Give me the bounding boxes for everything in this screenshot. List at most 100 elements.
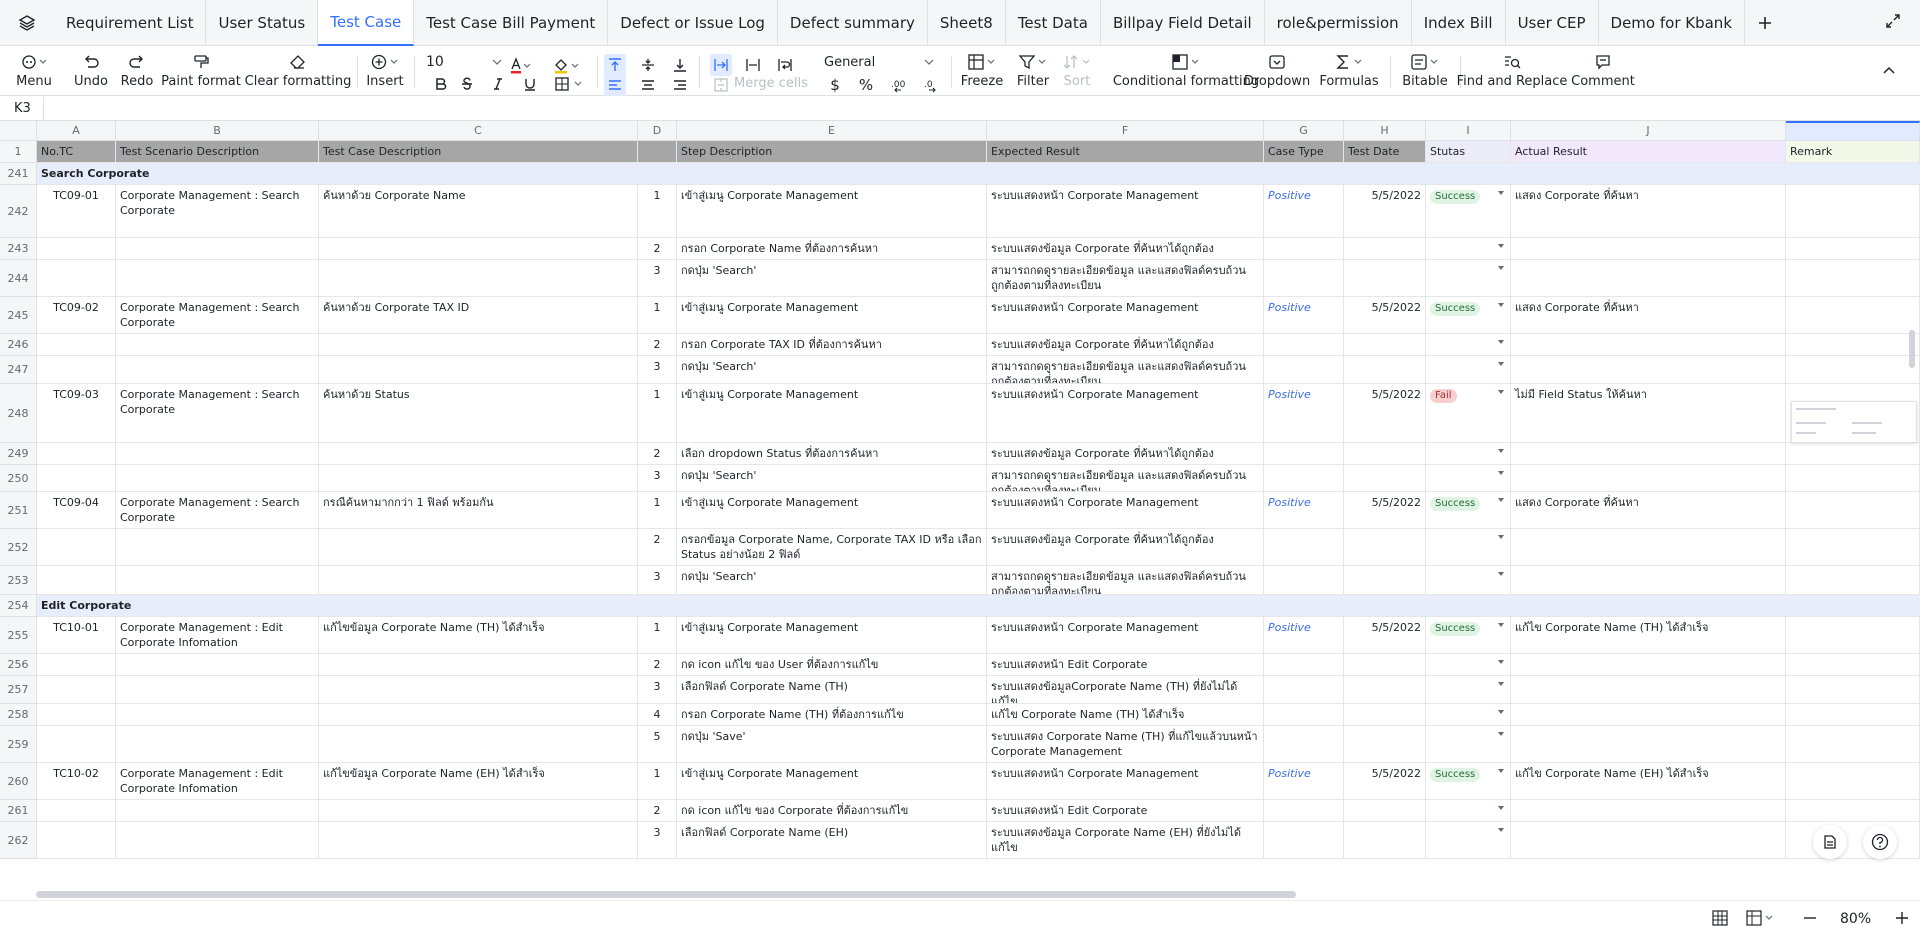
dropdown-arrow-icon[interactable]	[1498, 449, 1504, 453]
percent-format-button[interactable]: %	[855, 74, 877, 96]
header-cell[interactable]	[638, 141, 677, 163]
cell-col-k[interactable]	[1786, 676, 1920, 704]
cell-col-b[interactable]	[116, 566, 319, 595]
cell-col-d[interactable]: 1	[638, 297, 677, 334]
cell-col-f[interactable]: ระบบแสดงข้อมูล Corporate ที่ค้นหาได้ถูกต…	[987, 443, 1264, 465]
dropdown-arrow-icon[interactable]	[1498, 390, 1504, 394]
dropdown-arrow-icon[interactable]	[1498, 303, 1504, 307]
cell-col-e[interactable]: กดปุ่ม 'Save'	[677, 726, 987, 763]
cell-col-h[interactable]	[1344, 704, 1426, 726]
sheet-tab[interactable]: Test Data	[1006, 0, 1101, 46]
cell-col-e[interactable]: กด icon แก้ไข ของ User ที่ต้องการแก้ไข	[677, 654, 987, 676]
align-left-icon[interactable]	[604, 74, 626, 96]
cell-col-c[interactable]	[319, 443, 638, 465]
sheet-tab[interactable]: User Status	[206, 0, 319, 46]
row-header[interactable]: 261	[0, 800, 37, 822]
sheet-tab[interactable]: Index Bill	[1412, 0, 1506, 46]
cell-col-h[interactable]	[1344, 465, 1426, 492]
row-header[interactable]: 246	[0, 334, 37, 356]
dropdown-arrow-icon[interactable]	[1498, 572, 1504, 576]
text-clip-icon[interactable]	[742, 54, 764, 76]
cell-col-c[interactable]	[319, 704, 638, 726]
cell-col-e[interactable]: เลือกฟิลด์ Corporate Name (EH)	[677, 822, 987, 859]
cell-col-g[interactable]	[1264, 465, 1344, 492]
cell-col-e[interactable]: กดปุ่ม 'Search'	[677, 566, 987, 595]
formula-input[interactable]	[44, 97, 1920, 121]
dropdown-arrow-icon[interactable]	[1498, 471, 1504, 475]
cell-col-c[interactable]	[319, 334, 638, 356]
cell-col-d[interactable]: 2	[638, 529, 677, 566]
cell-col-b[interactable]	[116, 822, 319, 859]
cell-col-g[interactable]	[1264, 676, 1344, 704]
cell-col-j[interactable]	[1511, 334, 1786, 356]
cell-col-c[interactable]: ค้นหาด้วย Corporate TAX ID	[319, 297, 638, 334]
cell-col-g[interactable]: Positive	[1264, 763, 1344, 800]
section-heading[interactable]: Edit Corporate	[37, 595, 1920, 617]
cell-col-b[interactable]: Corporate Management : Search Corporate	[116, 384, 319, 443]
cell-col-k[interactable]	[1786, 617, 1920, 654]
sheet-tab[interactable]: User CEP	[1506, 0, 1599, 46]
cell-col-c[interactable]: ค้นหาด้วย Corporate Name	[319, 185, 638, 238]
cell-col-k[interactable]	[1786, 763, 1920, 800]
cell-col-b[interactable]	[116, 529, 319, 566]
cell-col-j[interactable]	[1511, 822, 1786, 859]
underline-icon[interactable]	[519, 73, 541, 95]
cell-col-f[interactable]: ระบบแสดงข้อมูลCorporate Name (TH) ที่ยัง…	[987, 676, 1264, 704]
clear-formatting-button[interactable]: Clear formatting	[245, 46, 351, 96]
cell-col-b[interactable]	[116, 704, 319, 726]
document-float-button[interactable]	[1813, 825, 1847, 859]
text-wrap-icon[interactable]	[774, 54, 796, 76]
redo-button[interactable]: Redo	[121, 46, 153, 96]
cell-col-c[interactable]	[319, 566, 638, 595]
cell-col-d[interactable]: 4	[638, 704, 677, 726]
cell-col-b[interactable]: Corporate Management : Search Corporate	[116, 185, 319, 238]
column-header[interactable]: F	[987, 121, 1264, 141]
cell-col-b[interactable]: Corporate Management : Edit Corporate In…	[116, 763, 319, 800]
cell-col-i[interactable]	[1426, 704, 1511, 726]
cell-col-a[interactable]	[37, 356, 116, 384]
header-cell[interactable]: No.TC	[37, 141, 116, 163]
cell-col-d[interactable]: 1	[638, 492, 677, 529]
cell-col-i[interactable]	[1426, 443, 1511, 465]
cell-col-h[interactable]: 5/5/2022	[1344, 492, 1426, 529]
cell-col-j[interactable]	[1511, 238, 1786, 260]
cell-col-d[interactable]: 1	[638, 384, 677, 443]
cell-col-g[interactable]	[1264, 726, 1344, 763]
cell-col-c[interactable]	[319, 654, 638, 676]
vertical-scrollbar[interactable]	[1909, 330, 1915, 368]
zoom-out-icon[interactable]	[1802, 910, 1818, 926]
sheet-tab[interactable]: Demo for Kbank	[1599, 0, 1746, 46]
cell-col-h[interactable]	[1344, 676, 1426, 704]
sort-button[interactable]: Sort	[1062, 46, 1092, 96]
cell-col-i[interactable]	[1426, 238, 1511, 260]
header-cell[interactable]: Stutas	[1426, 141, 1511, 163]
cell-col-b[interactable]: Corporate Management : Search Corporate	[116, 492, 319, 529]
column-header[interactable]	[1786, 121, 1920, 141]
cell-col-i[interactable]	[1426, 676, 1511, 704]
cell-col-a[interactable]: TC09-01	[37, 185, 116, 238]
cell-col-a[interactable]: TC10-02	[37, 763, 116, 800]
cell-col-h[interactable]	[1344, 654, 1426, 676]
cell-col-k[interactable]	[1786, 238, 1920, 260]
cell-col-j[interactable]	[1511, 356, 1786, 384]
cell-col-f[interactable]: ระบบแสดงหน้า Edit Corporate	[987, 654, 1264, 676]
cell-col-j[interactable]	[1511, 654, 1786, 676]
bitable-button[interactable]: Bitable	[1402, 46, 1448, 96]
cell-col-h[interactable]	[1344, 356, 1426, 384]
cell-col-k[interactable]	[1786, 443, 1920, 465]
expand-icon[interactable]	[1884, 12, 1902, 34]
cell-col-d[interactable]: 2	[638, 238, 677, 260]
sheet-tab[interactable]: Defect or Issue Log	[608, 0, 778, 46]
cell-col-e[interactable]: กดปุ่ม 'Search'	[677, 465, 987, 492]
cell-col-f[interactable]: แก้ไข Corporate Name (TH) ได้สำเร็จ	[987, 704, 1264, 726]
borders-icon[interactable]	[555, 73, 585, 95]
header-cell[interactable]: Actual Result	[1511, 141, 1786, 163]
add-sheet-icon[interactable]	[1745, 0, 1785, 46]
grid-view-icon[interactable]	[1712, 910, 1728, 926]
cell-col-d[interactable]: 3	[638, 260, 677, 297]
dropdown-arrow-icon[interactable]	[1498, 191, 1504, 195]
cell-col-a[interactable]	[37, 529, 116, 566]
font-size-select[interactable]: 10	[426, 53, 502, 71]
filter-button[interactable]: Filter	[1016, 46, 1050, 96]
cell-col-a[interactable]	[37, 676, 116, 704]
